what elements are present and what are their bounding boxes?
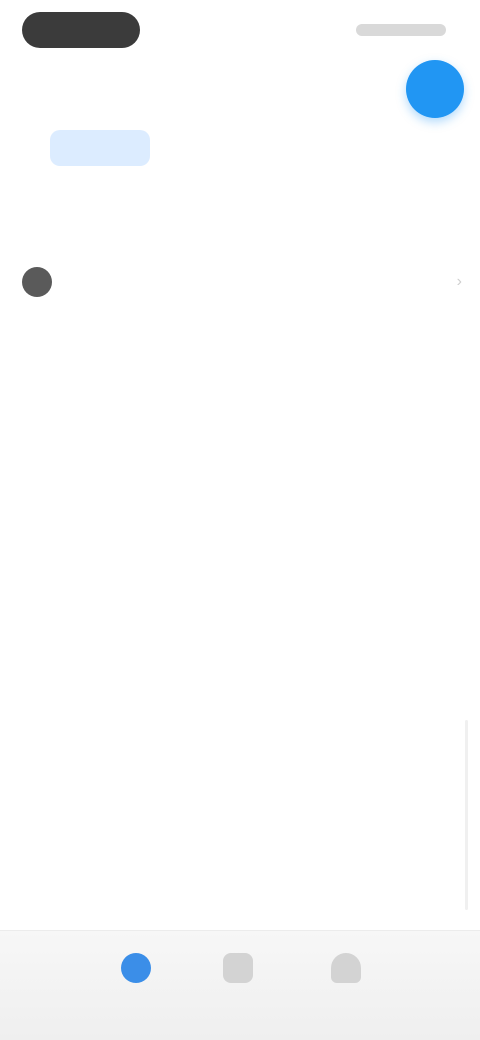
info-row: [22, 416, 462, 446]
tab-bar: [16, 130, 476, 166]
chevron-right-icon: ›: [456, 273, 462, 290]
profile-icon: [331, 953, 361, 983]
tab-4[interactable]: [198, 140, 218, 156]
detail-row: [22, 640, 462, 670]
primary-action-button[interactable]: [406, 60, 464, 118]
home-icon: [121, 953, 151, 983]
scrollbar[interactable]: [465, 720, 468, 910]
info-row: [22, 454, 462, 484]
wallet-icon: [223, 953, 253, 983]
tab-1[interactable]: [16, 140, 36, 156]
top-navigation-bar: [0, 60, 480, 118]
detail-row: [22, 682, 462, 712]
detail-row: [22, 598, 462, 628]
tab-2[interactable]: [50, 130, 150, 166]
status-time-pill: [22, 12, 140, 48]
tab-3[interactable]: [164, 140, 184, 156]
section-1-row[interactable]: ›: [22, 262, 462, 302]
bottom-navigation: [0, 930, 480, 1040]
back-button[interactable]: [36, 78, 76, 98]
avatar: [22, 267, 52, 297]
bottom-nav-profile[interactable]: [306, 953, 386, 1023]
bottom-nav-home[interactable]: [96, 953, 176, 1023]
bottom-nav-wallet[interactable]: [198, 953, 278, 1023]
status-indicators: [356, 24, 446, 36]
status-bar: [0, 0, 480, 64]
